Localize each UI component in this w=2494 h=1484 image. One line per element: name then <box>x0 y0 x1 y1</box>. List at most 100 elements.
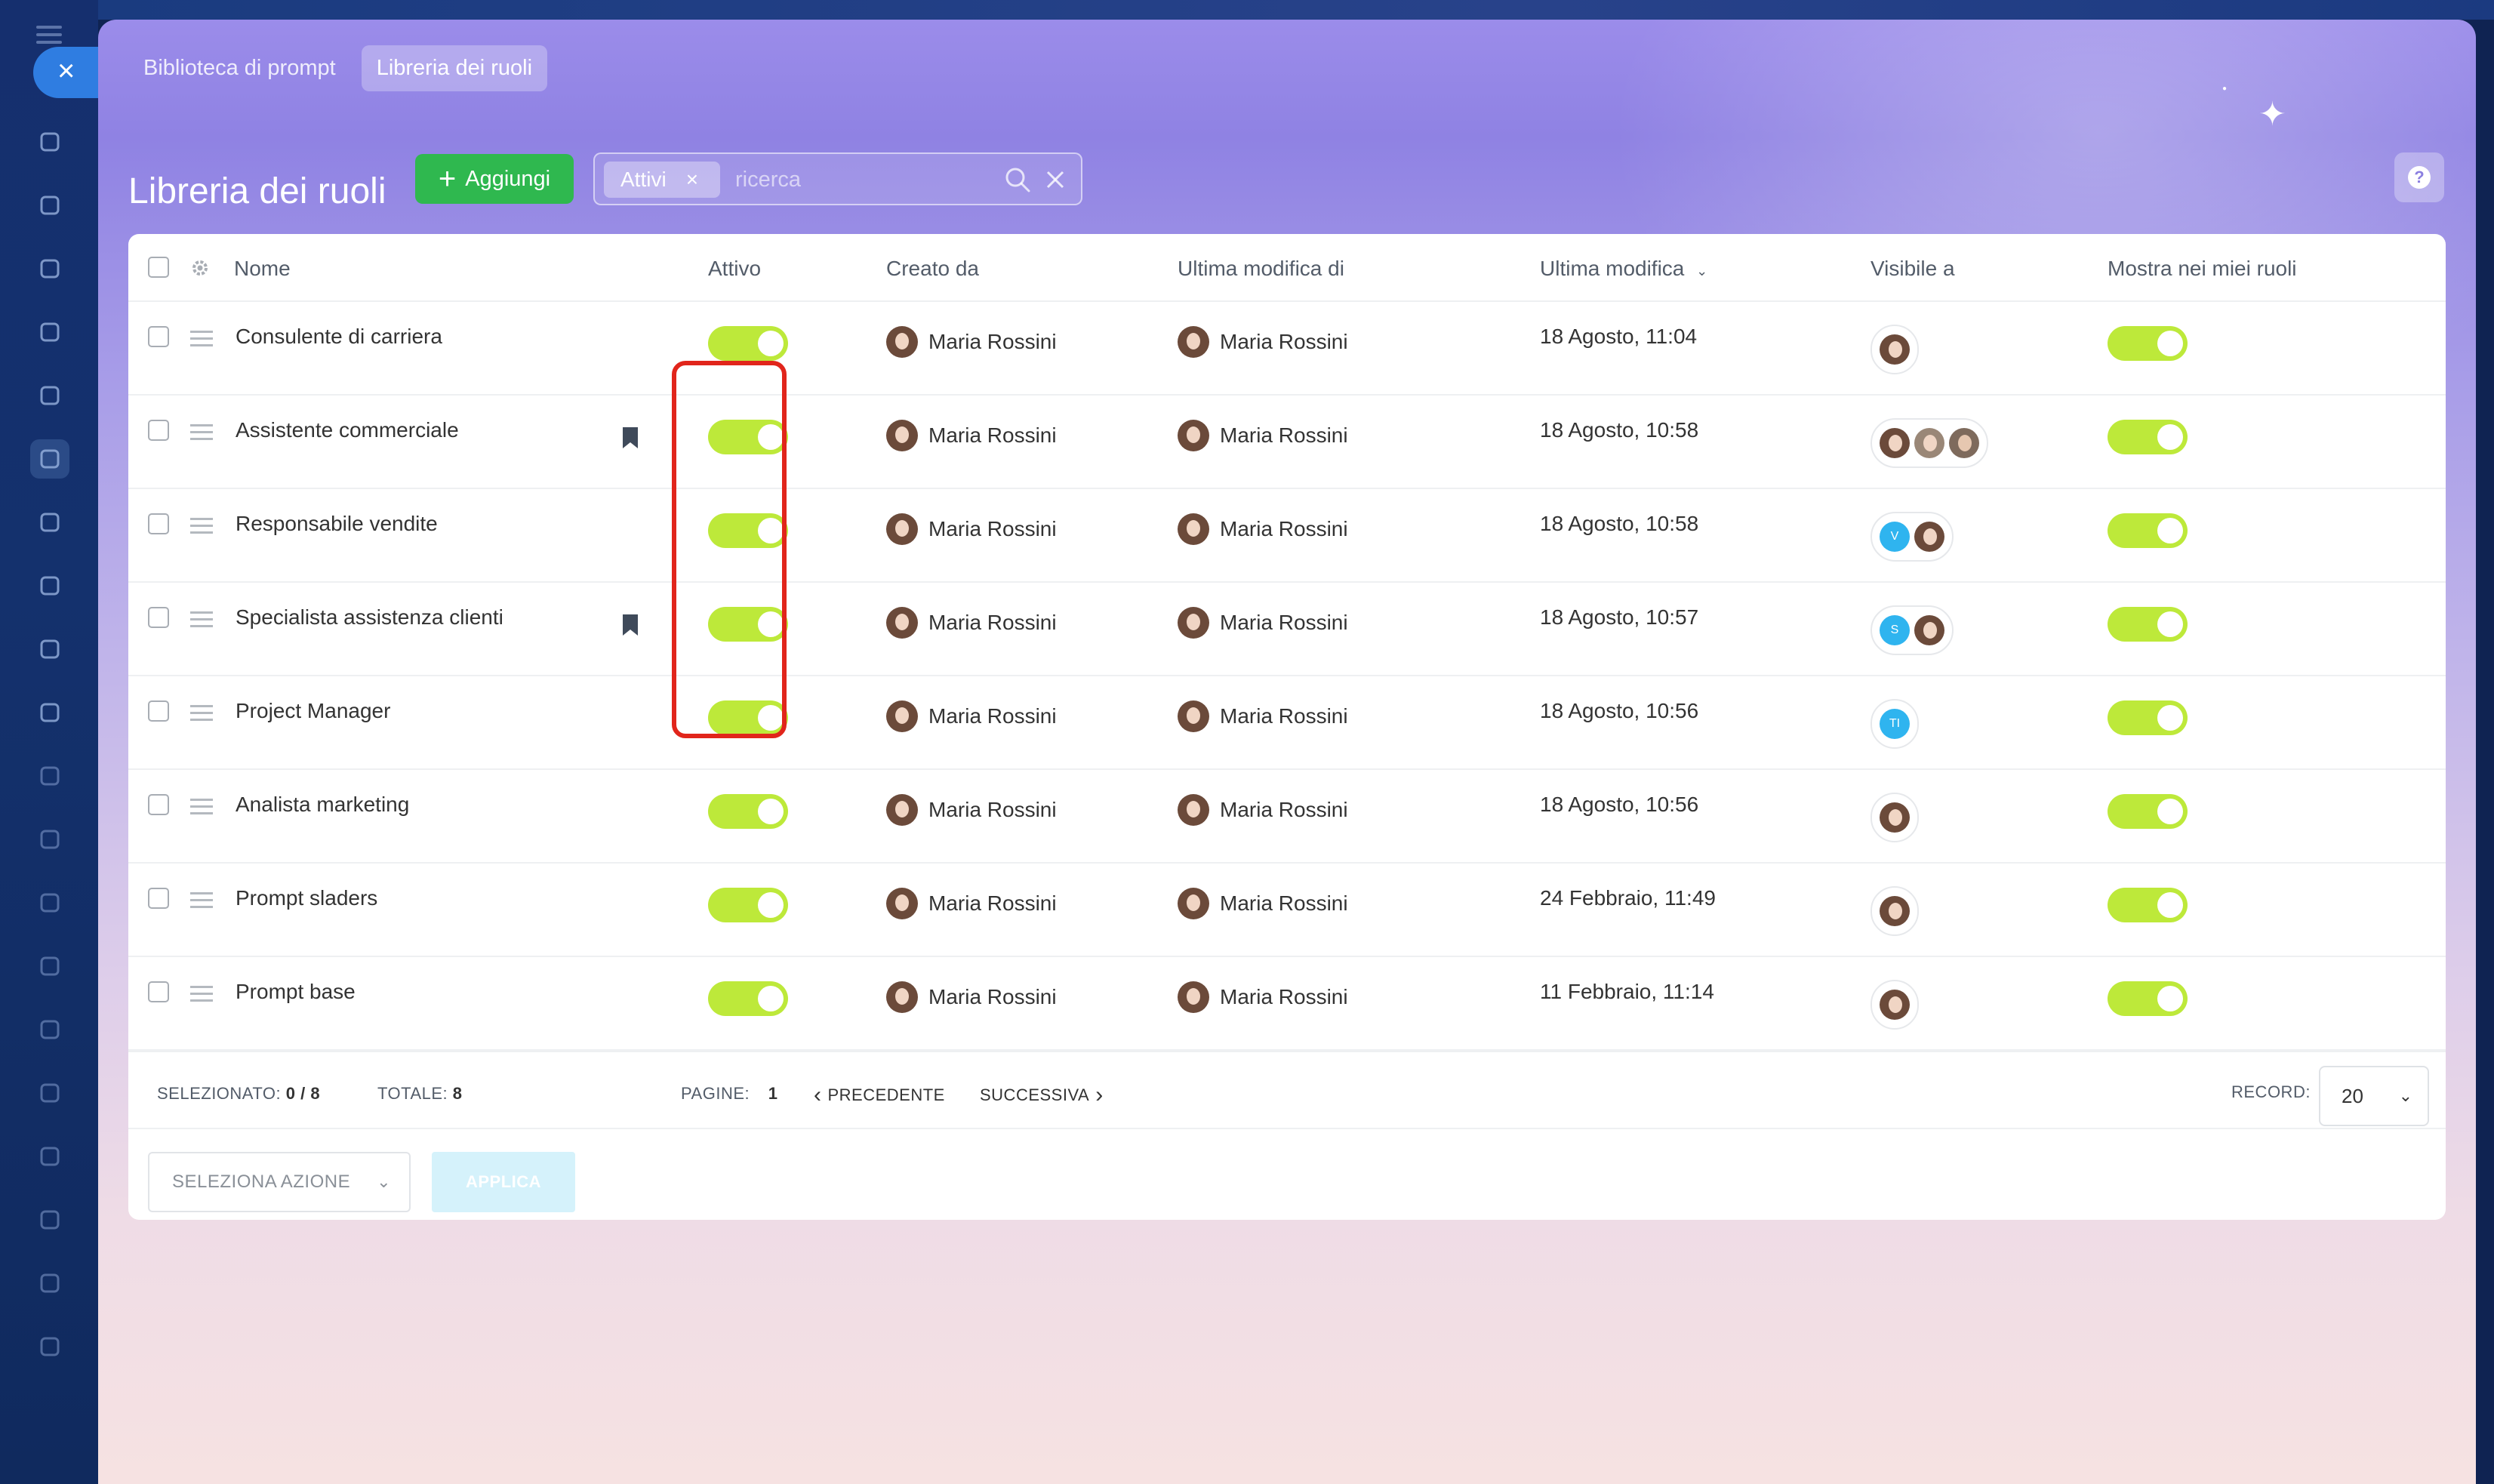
role-name[interactable]: Project Manager <box>236 699 390 723</box>
col-modified[interactable]: Ultima modifica ⌄ <box>1540 257 1707 281</box>
col-show-in-roles[interactable]: Mostra nei miei ruoli <box>2108 257 2297 281</box>
roles-icon[interactable] <box>30 439 69 479</box>
card-icon[interactable] <box>30 693 69 732</box>
drag-handle-icon[interactable] <box>190 705 213 722</box>
col-active[interactable]: Attivo <box>708 257 761 281</box>
table-row[interactable]: Specialista assistenza clienti Maria Ross… <box>128 583 2446 676</box>
calendar-icon[interactable] <box>30 503 69 542</box>
row-checkbox[interactable] <box>148 326 169 347</box>
row-checkbox[interactable] <box>148 513 169 534</box>
show-in-roles-toggle[interactable] <box>2108 700 2188 735</box>
table-row[interactable]: Assistente commerciale Maria Rossini Maria… <box>128 396 2446 489</box>
visible-to-group[interactable]: TI <box>1871 699 1919 749</box>
planner-icon[interactable] <box>30 1137 69 1176</box>
col-name[interactable]: Nome <box>234 257 291 281</box>
tab-role-library[interactable]: Libreria dei ruoli <box>361 45 548 91</box>
show-in-roles-toggle[interactable] <box>2108 888 2188 922</box>
show-in-roles-toggle[interactable] <box>2108 420 2188 454</box>
visible-to-group[interactable]: V <box>1871 512 1954 562</box>
role-name[interactable]: Responsabile vendite <box>236 512 438 536</box>
tab-prompt-library[interactable]: Biblioteca di prompt <box>128 45 351 91</box>
table-row[interactable]: Analista marketing Maria Rossini Maria Ros… <box>128 770 2446 864</box>
screen-icon[interactable] <box>30 566 69 605</box>
visible-to-group[interactable]: S <box>1871 605 1954 655</box>
drag-handle-icon[interactable] <box>190 892 213 909</box>
drag-handle-icon[interactable] <box>190 986 213 1002</box>
drag-handle-icon[interactable] <box>190 424 213 441</box>
active-toggle[interactable] <box>708 981 788 1016</box>
role-name[interactable]: Specialista assistenza clienti <box>236 605 503 630</box>
drag-handle-icon[interactable] <box>190 518 213 534</box>
store-icon[interactable] <box>30 883 69 922</box>
robot-icon[interactable] <box>30 1010 69 1049</box>
show-in-roles-toggle[interactable] <box>2108 794 2188 829</box>
circle-icon[interactable] <box>30 313 69 352</box>
prev-page-button[interactable]: ‹ PRECEDENTE <box>814 1082 945 1108</box>
chat-bot-icon[interactable] <box>30 122 69 162</box>
bookmark-icon[interactable] <box>620 426 640 450</box>
show-in-roles-toggle[interactable] <box>2108 981 2188 1016</box>
remove-filter-icon[interactable]: × <box>686 168 698 192</box>
settings-icon[interactable] <box>30 376 69 415</box>
edit-icon[interactable] <box>30 1327 69 1366</box>
col-modified-by[interactable]: Ultima modifica di <box>1178 257 1344 281</box>
next-page-button[interactable]: SUCCESSIVA › <box>980 1082 1104 1108</box>
role-name[interactable]: Prompt base <box>236 980 356 1004</box>
show-in-roles-toggle[interactable] <box>2108 607 2188 642</box>
search-icon[interactable] <box>1002 165 1033 195</box>
document-icon[interactable] <box>30 630 69 669</box>
visible-to-group[interactable] <box>1871 418 1988 468</box>
active-toggle[interactable] <box>708 326 788 361</box>
drag-handle-icon[interactable] <box>190 611 213 628</box>
table-row[interactable]: Responsabile vendite Maria Rossini Maria R… <box>128 489 2446 583</box>
drag-handle-icon[interactable] <box>190 331 213 347</box>
active-toggle[interactable] <box>708 794 788 829</box>
records-per-page-select[interactable]: 20 ⌄ <box>2319 1066 2429 1126</box>
row-checkbox[interactable] <box>148 420 169 441</box>
filter-chip-active[interactable]: Attivi × <box>604 162 720 198</box>
table-row[interactable]: Prompt sladers Maria Rossini Maria Rossini… <box>128 864 2446 957</box>
visible-to-group[interactable] <box>1871 886 1919 936</box>
drag-handle-icon[interactable] <box>190 799 213 815</box>
help-button[interactable]: ? <box>2394 152 2444 202</box>
library-icon[interactable] <box>30 1073 69 1113</box>
visible-to-group[interactable] <box>1871 793 1919 842</box>
active-toggle[interactable] <box>708 888 788 922</box>
tasks-icon[interactable] <box>30 249 69 288</box>
menu-icon[interactable] <box>36 26 62 44</box>
clear-search-icon[interactable] <box>1040 165 1070 195</box>
visible-to-group[interactable] <box>1871 980 1919 1030</box>
select-action-dropdown[interactable]: SELEZIONA AZIONE ⌄ <box>148 1152 411 1212</box>
bookmark-icon[interactable] <box>620 613 640 637</box>
row-checkbox[interactable] <box>148 888 169 909</box>
show-in-roles-toggle[interactable] <box>2108 326 2188 361</box>
analytics-icon[interactable] <box>30 1200 69 1239</box>
row-checkbox[interactable] <box>148 607 169 628</box>
role-name[interactable]: Prompt sladers <box>236 886 377 910</box>
role-name[interactable]: Assistente commerciale <box>236 418 459 442</box>
row-checkbox[interactable] <box>148 794 169 815</box>
filter-icon[interactable] <box>30 756 69 796</box>
table-row[interactable]: Project Manager Maria Rossini Maria Rossin… <box>128 676 2446 770</box>
add-button[interactable]: + Aggiungi <box>415 154 574 204</box>
col-created-by[interactable]: Creato da <box>886 257 979 281</box>
col-visible-to[interactable]: Visibile a <box>1871 257 1955 281</box>
cart-icon[interactable] <box>30 820 69 859</box>
messages-icon[interactable] <box>30 186 69 225</box>
settings-gear-icon[interactable] <box>189 257 211 279</box>
table-row[interactable]: Consulente di carriera Maria Rossini Maria… <box>128 302 2446 396</box>
role-name[interactable]: Consulente di carriera <box>236 325 442 349</box>
row-checkbox[interactable] <box>148 700 169 722</box>
row-checkbox[interactable] <box>148 981 169 1002</box>
select-all-checkbox[interactable] <box>148 257 169 278</box>
filter-search-box[interactable]: Attivi × <box>593 152 1082 205</box>
close-panel-button[interactable]: × <box>33 47 109 98</box>
visible-to-group[interactable] <box>1871 325 1919 374</box>
table-row[interactable]: Prompt base Maria Rossini Maria Rossini 11 … <box>128 957 2446 1051</box>
show-in-roles-toggle[interactable] <box>2108 513 2188 548</box>
role-name[interactable]: Analista marketing <box>236 793 409 817</box>
contact-icon[interactable] <box>30 947 69 986</box>
report-icon[interactable] <box>30 1264 69 1303</box>
search-input[interactable] <box>735 163 984 196</box>
apply-button[interactable]: APPLICA <box>432 1152 575 1212</box>
